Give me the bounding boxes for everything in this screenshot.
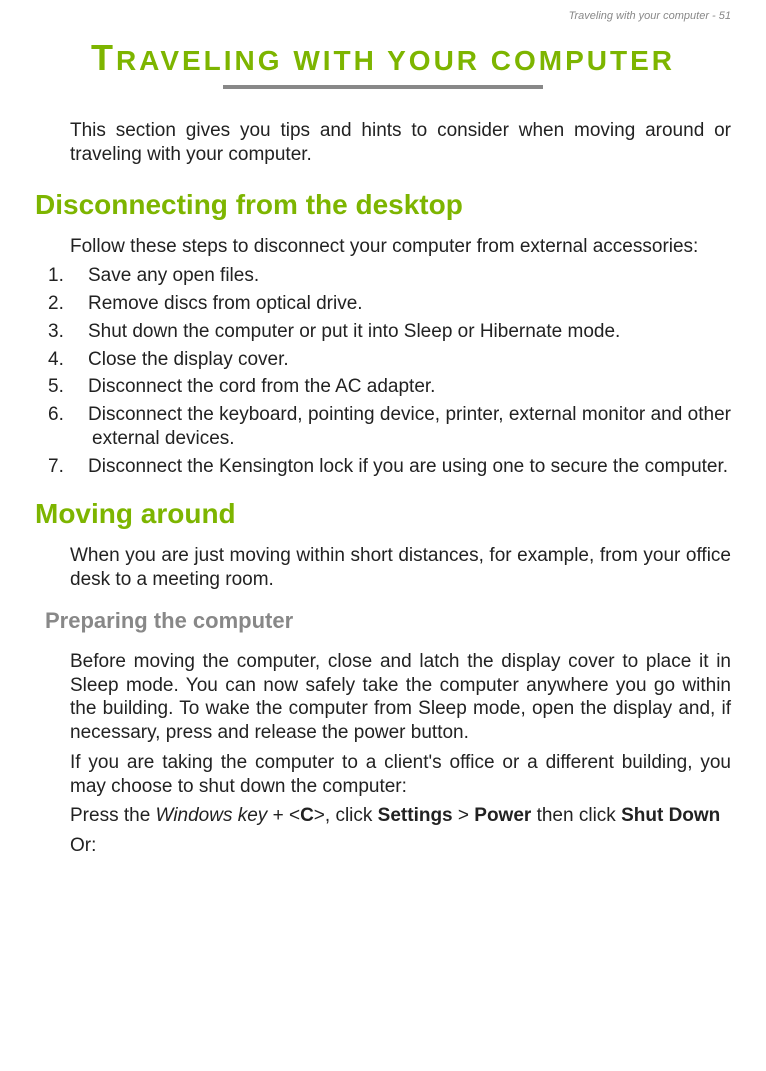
list-item: 5.Disconnect the cord from the AC adapte… [70,375,731,399]
section-moving-title: Moving around [35,498,731,530]
power-label: Power [474,805,531,826]
windows-key-text: Windows key [156,805,268,826]
list-item: 7.Disconnect the Kensington lock if you … [70,455,731,479]
list-item: 1.Save any open files. [70,264,731,288]
settings-label: Settings [378,805,453,826]
section-disconnecting-intro: Follow these steps to disconnect your co… [70,235,731,259]
key-c: C [300,805,314,826]
list-item: 3.Shut down the computer or put it into … [70,320,731,344]
intro-paragraph: This section gives you tips and hints to… [70,119,731,167]
chapter-title: TRAVELING WITH YOUR COMPUTER [35,37,731,79]
list-item: 2.Remove discs from optical drive. [70,292,731,316]
list-item: 6.Disconnect the keyboard, pointing devi… [70,403,731,451]
list-item: 4.Close the display cover. [70,348,731,372]
page-header: Traveling with your computer - 51 [35,10,731,22]
section-moving-intro: When you are just moving within short di… [70,544,731,592]
shutdown-instruction: Press the Windows key + <C>, click Setti… [70,804,731,828]
chapter-title-first-letter: T [91,37,116,78]
or-text: Or: [70,834,731,858]
title-underline [223,85,543,89]
disconnect-steps-list: 1.Save any open files. 2.Remove discs fr… [70,264,731,478]
section-disconnecting-title: Disconnecting from the desktop [35,189,731,221]
subsection-preparing-title: Preparing the computer [45,608,731,634]
preparing-para1: Before moving the computer, close and la… [70,650,731,745]
preparing-para2: If you are taking the computer to a clie… [70,751,731,799]
shutdown-label: Shut Down [621,805,720,826]
chapter-title-rest: RAVELING WITH YOUR COMPUTER [116,45,675,76]
